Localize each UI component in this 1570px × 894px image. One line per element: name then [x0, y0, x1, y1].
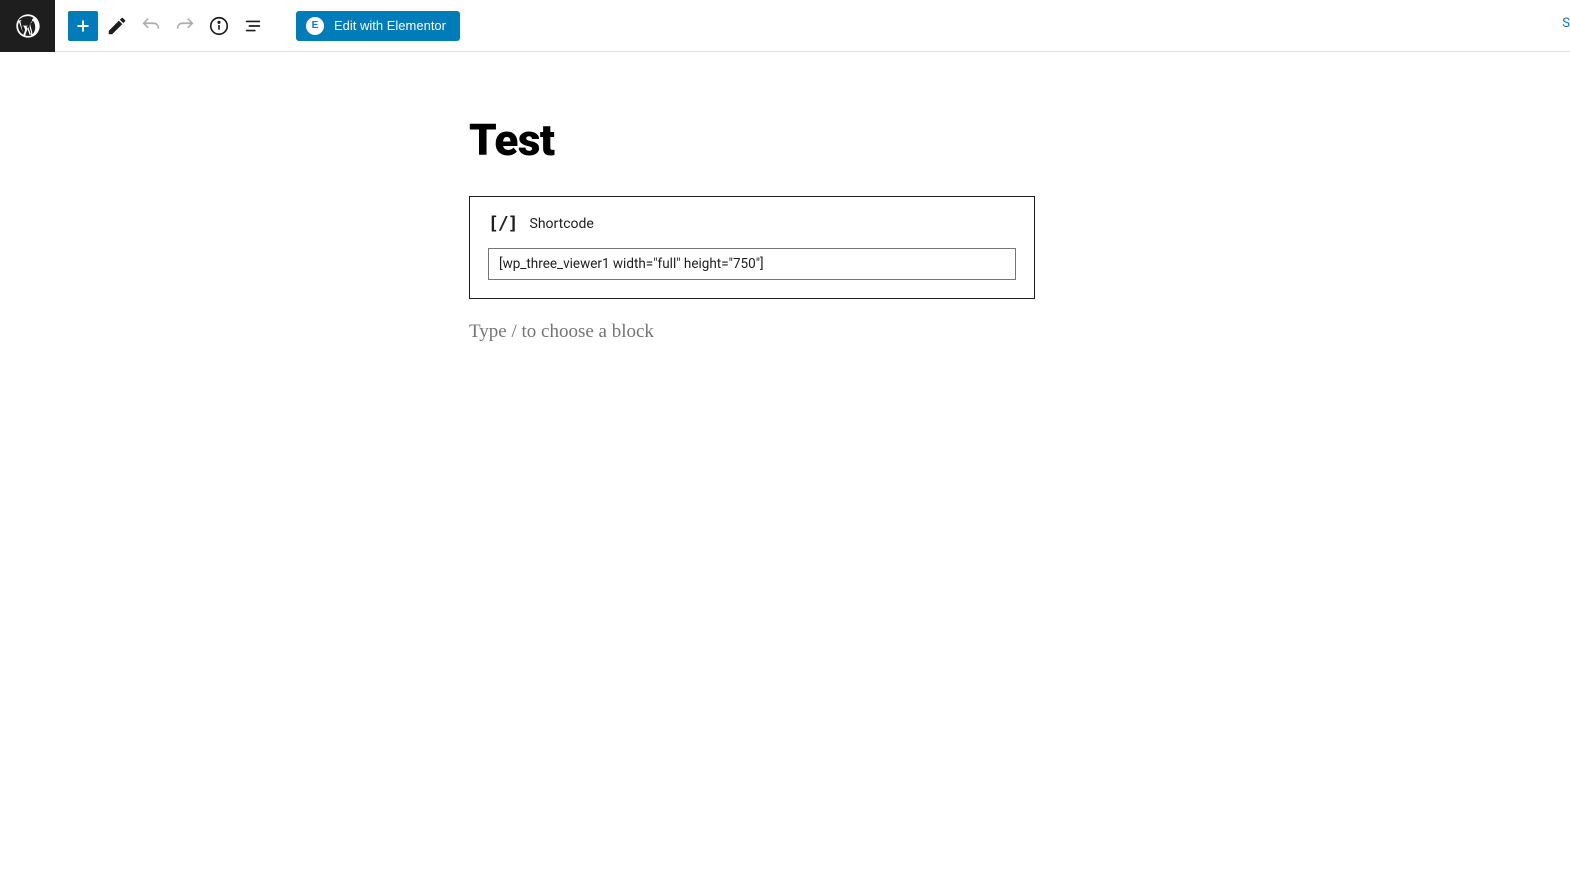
info-icon [208, 15, 230, 37]
shortcode-block-header: [/] Shortcode [488, 213, 1016, 234]
edit-with-elementor-button[interactable]: E Edit with Elementor [296, 11, 460, 41]
wordpress-logo-icon [14, 12, 42, 40]
details-button[interactable] [204, 11, 234, 41]
pencil-icon [106, 15, 128, 37]
redo-button[interactable] [170, 11, 200, 41]
plus-icon [72, 15, 94, 37]
undo-icon [140, 15, 162, 37]
shortcode-icon: [/] [488, 213, 518, 234]
shortcode-block-label: Shortcode [530, 216, 594, 232]
add-block-button[interactable] [68, 11, 98, 41]
default-block-appender[interactable]: Type / to choose a block [469, 321, 1035, 343]
edit-tools-button[interactable] [102, 11, 132, 41]
toolbar-button-group [55, 11, 268, 41]
elementor-logo-icon: E [306, 17, 324, 35]
editor-toolbar: E Edit with Elementor S [0, 0, 1570, 52]
redo-icon [174, 15, 196, 37]
editor-canvas: Test [/] Shortcode Type / to choose a bl… [0, 52, 1570, 343]
undo-button[interactable] [136, 11, 166, 41]
outline-button[interactable] [238, 11, 268, 41]
page-title[interactable]: Test [469, 114, 1035, 166]
content-column: Test [/] Shortcode Type / to choose a bl… [469, 114, 1035, 343]
wordpress-logo-button[interactable] [0, 0, 55, 52]
list-view-icon [242, 15, 264, 37]
right-toolbar-link[interactable]: S [1562, 16, 1570, 31]
shortcode-input[interactable] [488, 248, 1016, 280]
elementor-button-label: Edit with Elementor [334, 18, 446, 33]
shortcode-block[interactable]: [/] Shortcode [469, 196, 1035, 299]
